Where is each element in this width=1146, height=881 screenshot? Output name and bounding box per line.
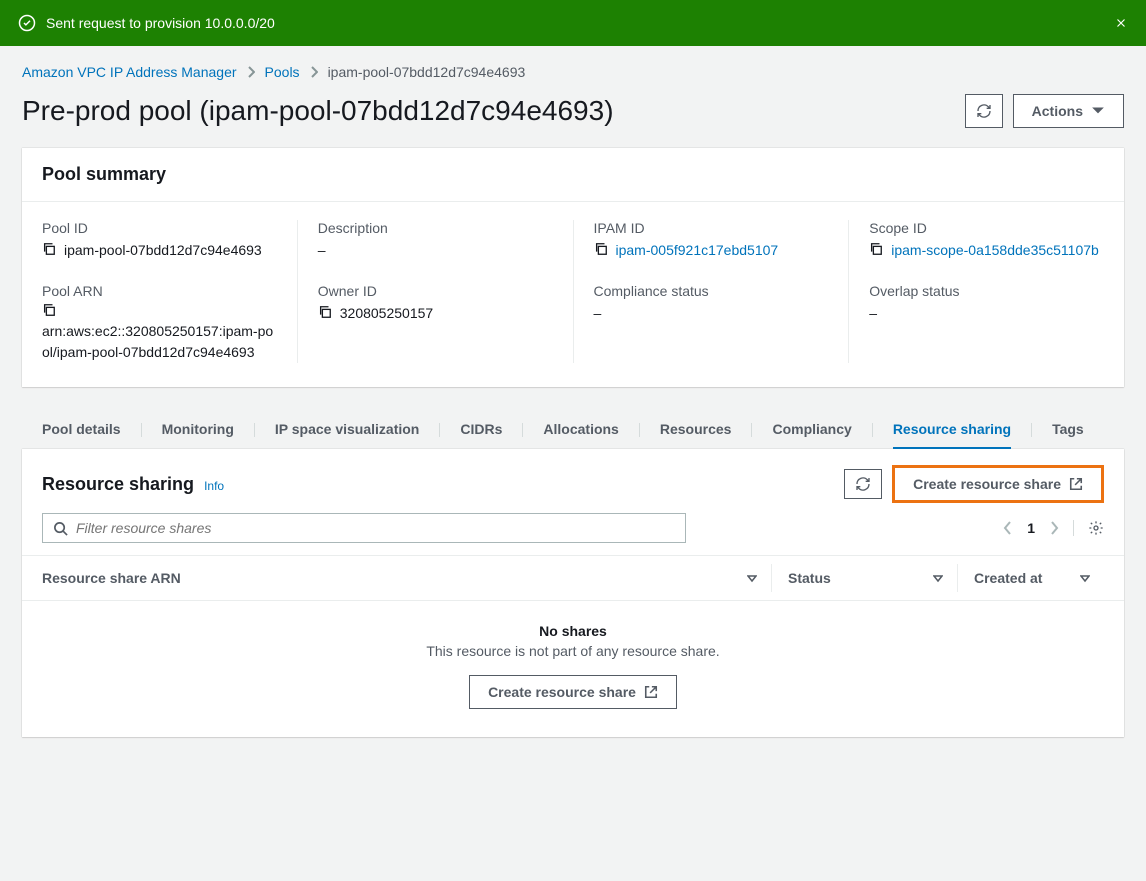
filter-input[interactable] (76, 520, 675, 536)
copy-icon[interactable] (318, 305, 332, 319)
copy-icon[interactable] (42, 242, 56, 256)
tab-resource-sharing[interactable]: Resource sharing (893, 411, 1011, 449)
chevron-right-icon (247, 66, 255, 78)
column-status[interactable]: Status (788, 564, 958, 592)
external-link-icon (1069, 477, 1083, 491)
tab-compliancy[interactable]: Compliancy (772, 411, 851, 449)
success-banner: Sent request to provision 10.0.0.0/20 (0, 0, 1146, 46)
tab-monitoring[interactable]: Monitoring (162, 411, 234, 449)
actions-dropdown-button[interactable]: Actions (1013, 94, 1124, 128)
close-icon[interactable] (1114, 16, 1128, 30)
tab-allocations[interactable]: Allocations (543, 411, 618, 449)
description-value: – (318, 240, 553, 261)
copy-icon[interactable] (869, 242, 883, 256)
empty-title: No shares (42, 623, 1104, 639)
filter-input-wrapper[interactable] (42, 513, 686, 543)
copy-icon[interactable] (42, 303, 277, 317)
compliance-value: – (594, 303, 829, 324)
compliance-label: Compliance status (594, 283, 829, 299)
scope-id-link[interactable]: ipam-scope-0a158dde35c51107b (891, 240, 1099, 261)
overlap-value: – (869, 303, 1104, 324)
create-resource-share-empty-button[interactable]: Create resource share (469, 675, 677, 709)
tab-cidrs[interactable]: CIDRs (460, 411, 502, 449)
owner-id-label: Owner ID (318, 283, 553, 299)
owner-id-value: 320805250157 (340, 303, 433, 324)
sort-icon (933, 573, 943, 583)
column-arn[interactable]: Resource share ARN (42, 564, 772, 592)
copy-icon[interactable] (594, 242, 608, 256)
settings-icon[interactable] (1073, 520, 1104, 536)
ipam-id-label: IPAM ID (594, 220, 829, 236)
empty-subtitle: This resource is not part of any resourc… (42, 643, 1104, 659)
pool-id-value: ipam-pool-07bdd12d7c94e4693 (64, 240, 262, 261)
resource-sharing-card: Resource sharing Info Create resource sh… (22, 449, 1124, 737)
info-link[interactable]: Info (204, 479, 224, 493)
resource-sharing-title: Resource sharing (42, 474, 194, 495)
description-label: Description (318, 220, 553, 236)
overlap-label: Overlap status (869, 283, 1104, 299)
tab-resources[interactable]: Resources (660, 411, 732, 449)
prev-page-icon[interactable] (1003, 521, 1013, 535)
sort-icon (747, 573, 757, 583)
success-check-icon (18, 14, 36, 32)
breadcrumb-pools[interactable]: Pools (265, 64, 300, 80)
pool-summary-card: Pool summary Pool ID ipam-pool-07bdd12d7… (22, 148, 1124, 387)
pool-id-label: Pool ID (42, 220, 277, 236)
chevron-right-icon (310, 66, 318, 78)
create-resource-share-button[interactable]: Create resource share (892, 465, 1104, 503)
summary-title: Pool summary (42, 164, 1104, 185)
breadcrumb-current: ipam-pool-07bdd12d7c94e4693 (328, 64, 526, 80)
page-title: Pre-prod pool (ipam-pool-07bdd12d7c94e46… (22, 95, 614, 127)
breadcrumb: Amazon VPC IP Address Manager Pools ipam… (22, 64, 1124, 80)
scope-id-label: Scope ID (869, 220, 1104, 236)
column-created[interactable]: Created at (974, 564, 1104, 592)
tab-pool-details[interactable]: Pool details (42, 411, 121, 449)
pool-arn-label: Pool ARN (42, 283, 277, 299)
tab-ip-space[interactable]: IP space visualization (275, 411, 419, 449)
search-icon (53, 521, 76, 536)
page-number: 1 (1027, 520, 1035, 536)
refresh-button[interactable] (844, 469, 882, 499)
ipam-id-link[interactable]: ipam-005f921c17ebd5107 (616, 240, 779, 261)
external-link-icon (644, 685, 658, 699)
sort-icon (1080, 573, 1090, 583)
tabs: Pool details Monitoring IP space visuali… (22, 411, 1124, 450)
next-page-icon[interactable] (1049, 521, 1059, 535)
refresh-button[interactable] (965, 94, 1003, 128)
breadcrumb-root[interactable]: Amazon VPC IP Address Manager (22, 64, 237, 80)
horizontal-scrollbar[interactable] (22, 761, 1124, 779)
pool-arn-value: arn:aws:ec2::320805250157:ipam-pool/ipam… (42, 323, 273, 360)
caret-down-icon (1091, 104, 1105, 118)
tab-tags[interactable]: Tags (1052, 411, 1084, 449)
banner-message: Sent request to provision 10.0.0.0/20 (46, 15, 275, 31)
